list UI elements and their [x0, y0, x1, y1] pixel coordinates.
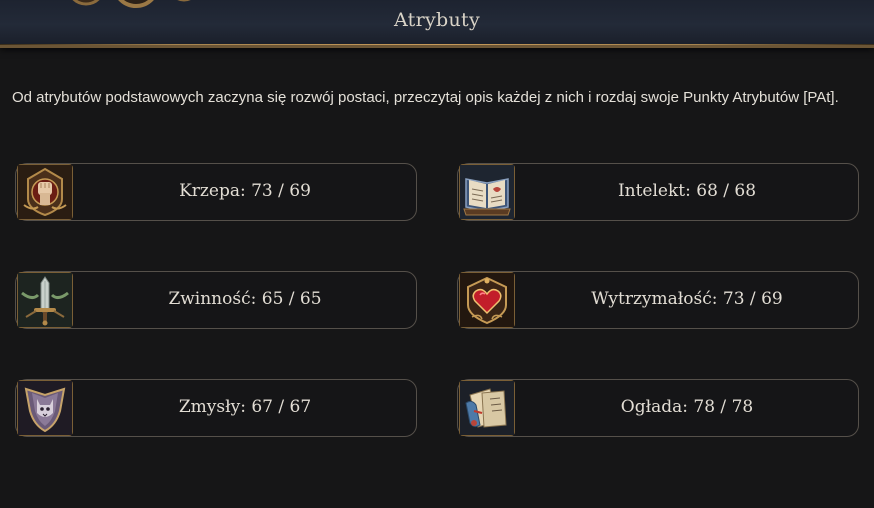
page-title: Atrybuty	[393, 9, 480, 31]
attribute-label: Ogłada: 78 / 78	[620, 397, 754, 417]
cat-shield-icon	[17, 380, 73, 436]
fist-icon	[17, 164, 73, 220]
attribute-label: Zmysły: 67 / 67	[178, 397, 312, 417]
heart-icon	[459, 272, 515, 328]
attribute-card-wytrzymalosc[interactable]: Wytrzymałość: 73 / 69	[457, 271, 859, 329]
attribute-card-zmysly[interactable]: Zmysły: 67 / 67	[15, 379, 417, 437]
attribute-card-intelekt[interactable]: Intelekt: 68 / 68	[457, 163, 859, 221]
attribute-label: Krzepa: 73 / 69	[179, 181, 311, 201]
attribute-label: Zwinność: 65 / 65	[168, 289, 322, 309]
header-ornament-icon	[72, 0, 191, 8]
scrolls-icon	[459, 380, 515, 436]
attribute-card-krzepa[interactable]: Krzepa: 73 / 69	[15, 163, 417, 221]
attribute-label: Intelekt: 68 / 68	[617, 181, 757, 201]
book-icon	[459, 164, 515, 220]
attributes-description: Od atrybutów podstawowych zaczyna się ro…	[12, 89, 839, 106]
dagger-icon	[17, 272, 73, 328]
attribute-card-oglada[interactable]: Ogłada: 78 / 78	[457, 379, 859, 437]
attribute-card-zwinnosc[interactable]: Zwinność: 65 / 65	[15, 271, 417, 329]
header-bar: Atrybuty	[0, 0, 874, 48]
attribute-label: Wytrzymałość: 73 / 69	[591, 289, 783, 309]
